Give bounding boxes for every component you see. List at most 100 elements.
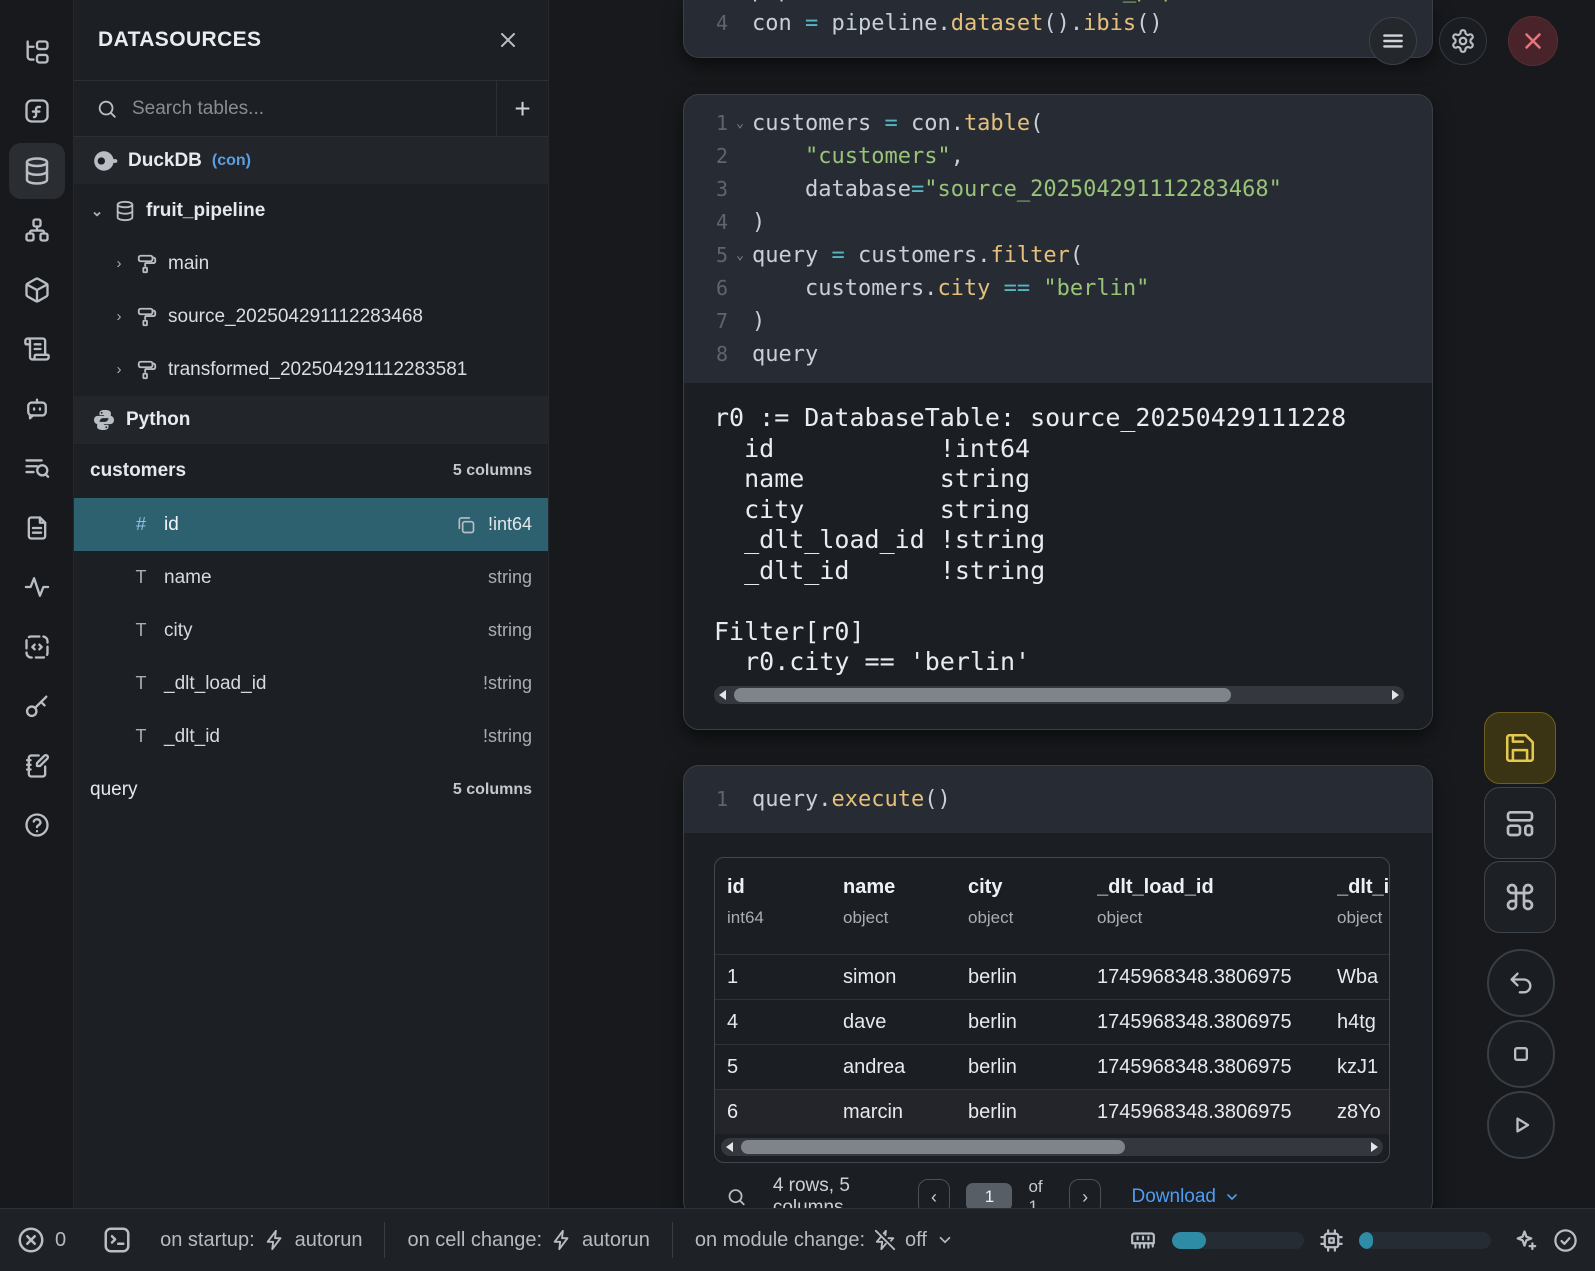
code-line[interactable]: 5⌄query = customers.filter(	[684, 239, 1432, 272]
notebook-cell-query[interactable]: 1⌄customers = con.table(2 "customers",3 …	[683, 94, 1433, 730]
on-module-change-toggle[interactable]: on module change: off	[695, 1229, 954, 1252]
code-line[interactable]: 3pipeline = dlt.attach("fruit_pipeline")	[684, 0, 1432, 7]
code-editor[interactable]: 1⌄customers = con.table(2 "customers",3 …	[684, 95, 1432, 383]
sidebar-item-scratchpad[interactable]	[0, 736, 74, 796]
column-header[interactable]: _dlt_idobject	[1337, 876, 1390, 928]
tree-item-schema-main[interactable]: › main	[74, 237, 548, 290]
notebook-cell-setup[interactable]: 3pipeline = dlt.attach("fruit_pipeline")…	[683, 0, 1433, 58]
page-number[interactable]: 1	[966, 1183, 1012, 1211]
tree-item-database[interactable]: ⌄ fruit_pipeline	[74, 184, 548, 237]
scroll-left-arrow-icon[interactable]	[726, 1142, 733, 1152]
table-row[interactable]: 1simonberlin1745968348.3806975Wba	[715, 954, 1389, 999]
column-header[interactable]: nameobject	[843, 876, 968, 928]
chevron-down-icon[interactable]: ⌄	[90, 202, 104, 220]
cell-menu-button[interactable]	[1369, 17, 1417, 65]
horizontal-scrollbar[interactable]	[714, 686, 1404, 704]
download-button[interactable]: Download	[1132, 1186, 1241, 1208]
column-name: _dlt_load_id	[164, 673, 266, 695]
code-line[interactable]: 8query	[684, 338, 1432, 371]
sidebar-item-ai-chat[interactable]	[0, 379, 74, 439]
chevron-right-icon[interactable]: ›	[112, 308, 126, 325]
table-row[interactable]: 5andreaberlin1745968348.3806975kzJ1	[715, 1044, 1389, 1089]
code-line[interactable]: 1query.execute()	[684, 783, 1432, 816]
error-count: 0	[55, 1229, 66, 1252]
sidebar-item-help[interactable]	[0, 796, 74, 856]
code-line[interactable]: 4con = pipeline.dataset().ibis()	[684, 7, 1432, 40]
search-icon[interactable]	[726, 1186, 747, 1208]
search-input[interactable]	[130, 97, 496, 121]
sidebar-item-dependencies[interactable]	[0, 201, 74, 261]
chevron-right-icon[interactable]: ›	[112, 361, 126, 378]
tree-item-schema-source[interactable]: › source_202504291112283468	[74, 290, 548, 343]
column-header[interactable]: _dlt_load_idobject	[1097, 876, 1337, 928]
terminal-button[interactable]	[102, 1225, 132, 1255]
scrollbar-thumb[interactable]	[734, 688, 1231, 702]
column-row-city[interactable]: T city string	[74, 604, 548, 657]
command-palette-button[interactable]	[1484, 861, 1556, 933]
code-editor[interactable]: 3pipeline = dlt.attach("fruit_pipeline")…	[684, 0, 1432, 40]
close-panel-button[interactable]	[492, 24, 524, 56]
sparkles-ai-icon[interactable]	[1511, 1227, 1538, 1254]
layout-toggle-button[interactable]	[1484, 787, 1556, 859]
copy-icon[interactable]	[456, 515, 476, 535]
duckdb-logo-icon	[92, 148, 118, 174]
table-item-customers[interactable]: customers 5 columns	[74, 443, 548, 498]
column-row-id[interactable]: # id !int64	[74, 498, 548, 551]
sidebar-item-secrets[interactable]	[0, 677, 74, 737]
chevron-right-icon[interactable]: ›	[112, 255, 126, 272]
datasource-python[interactable]: Python	[74, 396, 548, 443]
sidebar-item-logs[interactable]	[0, 320, 74, 380]
fold-chevron-icon[interactable]: ⌄	[728, 239, 752, 272]
code-line[interactable]: 7)	[684, 305, 1432, 338]
column-row-name[interactable]: T name string	[74, 551, 548, 604]
on-startup-label: on startup:	[160, 1229, 255, 1252]
notebook-cell-execute[interactable]: 1query.execute() idint64nameobjectcityob…	[683, 765, 1433, 1217]
sidebar-item-variables[interactable]	[0, 82, 74, 142]
datasource-duckdb[interactable]: DuckDB (con)	[74, 137, 548, 184]
table-cell: 1745968348.3806975	[1097, 1101, 1337, 1124]
save-button[interactable]	[1484, 712, 1556, 784]
sidebar-item-search-logs[interactable]	[0, 439, 74, 499]
on-startup-toggle[interactable]: on startup: autorun	[160, 1229, 362, 1252]
settings-button[interactable]	[1439, 17, 1487, 65]
column-header[interactable]: cityobject	[968, 876, 1097, 928]
code-line[interactable]: 3 database="source_202504291112283468"	[684, 173, 1432, 206]
scroll-right-arrow-icon[interactable]	[1392, 690, 1399, 700]
error-indicator[interactable]: 0	[16, 1225, 66, 1255]
code-line[interactable]: 1⌄customers = con.table(	[684, 107, 1432, 140]
scroll-left-arrow-icon[interactable]	[719, 690, 726, 700]
fold-chevron-icon[interactable]: ⌄	[728, 107, 752, 140]
stop-button[interactable]	[1487, 1020, 1555, 1088]
shutdown-button[interactable]	[1508, 16, 1558, 66]
sidebar-item-datasources[interactable]	[0, 141, 74, 201]
code-line[interactable]: 6 customers.city == "berlin"	[684, 272, 1432, 305]
scrollbar-thumb[interactable]	[741, 1140, 1125, 1154]
code-editor[interactable]: 1query.execute()	[684, 766, 1432, 833]
list-search-icon	[9, 440, 65, 496]
table-item-query[interactable]: query 5 columns	[74, 763, 548, 817]
sidebar-item-snippets[interactable]	[0, 617, 74, 677]
column-row-dlt-load-id[interactable]: T _dlt_load_id !string	[74, 657, 548, 710]
sidebar-item-packages[interactable]	[0, 260, 74, 320]
run-button[interactable]	[1487, 1091, 1555, 1159]
connection-status-check-icon[interactable]	[1552, 1227, 1579, 1254]
fold-gutter	[728, 338, 752, 371]
add-datasource-button[interactable]: +	[496, 81, 548, 136]
schema-icon	[136, 306, 158, 328]
column-row-dlt-id[interactable]: T _dlt_id !string	[74, 710, 548, 763]
table-cell: 1745968348.3806975	[1097, 966, 1337, 989]
horizontal-scrollbar[interactable]	[721, 1138, 1383, 1156]
table-row[interactable]: 6marcinberlin1745968348.3806975z8Yo	[715, 1089, 1389, 1134]
scroll-right-arrow-icon[interactable]	[1371, 1142, 1378, 1152]
table-row[interactable]: 4daveberlin1745968348.3806975h4tg	[715, 999, 1389, 1044]
sidebar-item-documentation[interactable]	[0, 498, 74, 558]
sidebar-item-file-tree[interactable]	[0, 22, 74, 82]
sidebar-item-tracing[interactable]	[0, 558, 74, 618]
on-cell-change-toggle[interactable]: on cell change: autorun	[407, 1229, 649, 1252]
undo-button[interactable]	[1487, 949, 1555, 1017]
search-box	[74, 81, 496, 136]
tree-item-schema-transformed[interactable]: › transformed_202504291112283581	[74, 343, 548, 396]
code-line[interactable]: 4)	[684, 206, 1432, 239]
code-line[interactable]: 2 "customers",	[684, 140, 1432, 173]
column-header[interactable]: idint64	[727, 876, 843, 928]
